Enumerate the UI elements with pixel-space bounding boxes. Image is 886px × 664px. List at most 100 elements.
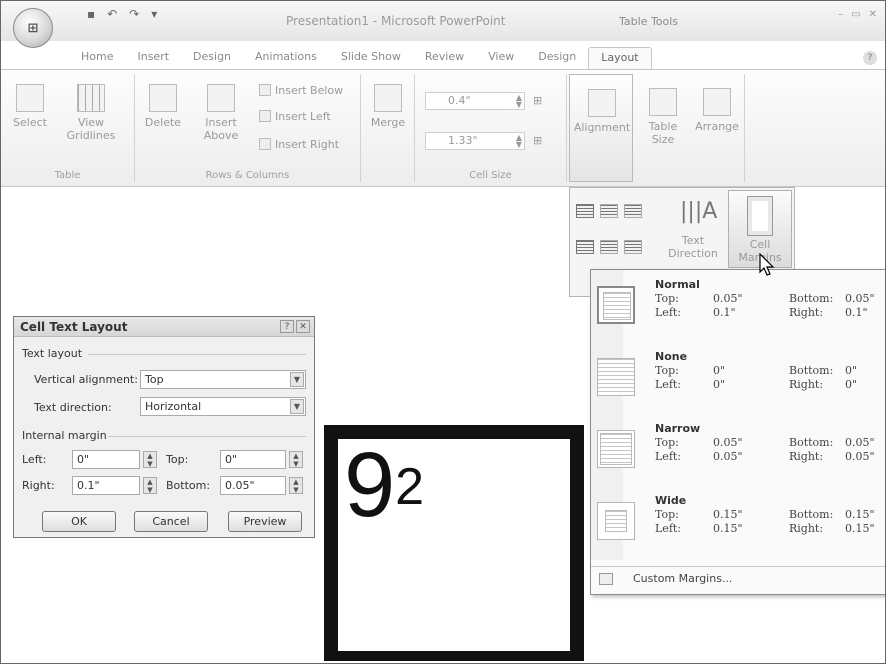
- left-margin-input[interactable]: 0" ▲ ▼: [72, 450, 157, 469]
- spinner-icon[interactable]: ▲ ▼: [143, 477, 157, 494]
- ok-button[interactable]: OK: [42, 511, 116, 532]
- alignment-icon: [588, 89, 616, 117]
- tab-table-layout[interactable]: Layout: [588, 47, 652, 69]
- restore-icon[interactable]: ▭: [851, 9, 860, 20]
- view-gridlines-label: View Gridlines: [66, 116, 116, 142]
- tab-slide-show[interactable]: Slide Show: [329, 47, 413, 69]
- insert-above-button[interactable]: Insert Above: [199, 84, 243, 142]
- tab-review[interactable]: Review: [413, 47, 476, 69]
- tab-animations[interactable]: Animations: [243, 47, 329, 69]
- right-margin-input[interactable]: 0.1" ▲ ▼: [72, 476, 157, 495]
- insert-right-button[interactable]: Insert Right: [259, 138, 339, 151]
- merge-button[interactable]: Merge: [367, 84, 409, 129]
- insert-below-icon: [259, 84, 271, 96]
- cell-text[interactable]: 92: [344, 435, 424, 535]
- spinner-arrows-icon[interactable]: ▲ ▼: [516, 94, 522, 109]
- bottom-margin-input[interactable]: 0.05" ▲ ▼: [220, 476, 303, 495]
- spinner-icon[interactable]: ▲ ▼: [289, 477, 303, 494]
- ribbon: Select View Gridlines Table Delete Inser…: [1, 69, 885, 187]
- cell-size-group: 0.4" ▲ ▼ 1.33" ▲ ▼ ⊞ ⊞ Cell Size: [415, 74, 567, 182]
- left-margin-label: Left:: [22, 453, 47, 466]
- insert-below-button[interactable]: Insert Below: [259, 84, 343, 97]
- text-layout-section-label: Text layout: [22, 347, 83, 360]
- quick-access-toolbar: ▪ ↶ ↷ ▾: [87, 7, 157, 21]
- text-direction-label: Text Direction: [668, 234, 718, 260]
- margin-preset-narrow[interactable]: Narrow Top: 0.05" Bottom: 0.05" Left: 0.…: [591, 416, 885, 488]
- alignment-label: Alignment: [573, 121, 631, 134]
- top-value: 0.05": [713, 436, 743, 449]
- top-label: Top:: [655, 364, 679, 377]
- preset-name: None: [655, 350, 688, 363]
- section-divider: [108, 436, 306, 437]
- insert-right-label: Insert Right: [275, 138, 340, 151]
- undo-icon[interactable]: ↶: [107, 7, 117, 21]
- tab-insert[interactable]: Insert: [125, 47, 181, 69]
- align-left-icon[interactable]: [576, 204, 594, 218]
- cell-width-spinner[interactable]: 1.33" ▲ ▼: [425, 132, 525, 150]
- table-size-group: Table Size: [637, 74, 689, 182]
- preview-button[interactable]: Preview: [228, 511, 302, 532]
- align-right-icon[interactable]: [624, 204, 642, 218]
- align-top-icon[interactable]: [576, 240, 594, 254]
- margin-preset-wide[interactable]: Wide Top: 0.15" Bottom: 0.15" Left: 0.15…: [591, 488, 885, 560]
- spinner-icon[interactable]: ▲ ▼: [143, 451, 157, 468]
- dialog-title-bar: Cell Text Layout ? ✕: [14, 317, 314, 337]
- tab-design[interactable]: Design: [181, 47, 243, 69]
- text-direction-button[interactable]: |||A Text Direction: [658, 190, 728, 260]
- tab-home[interactable]: Home: [69, 47, 125, 69]
- help-icon[interactable]: ?: [863, 51, 877, 65]
- left-label: Left:: [655, 522, 682, 535]
- ribbon-tabs: Home Insert Design Animations Slide Show…: [63, 47, 652, 69]
- custom-margins-item[interactable]: Custom Margins...: [591, 566, 885, 592]
- table-size-icon: [649, 88, 677, 116]
- distribute-columns-icon[interactable]: ⊞: [533, 134, 542, 147]
- vertical-alignment-select[interactable]: Top ▼: [140, 370, 306, 389]
- text-direction-value: Horizontal: [145, 400, 202, 413]
- office-button[interactable]: ⊞: [13, 8, 53, 48]
- cell-margins-icon: [747, 196, 773, 236]
- view-gridlines-button[interactable]: View Gridlines: [63, 84, 119, 142]
- gridlines-icon: [77, 84, 105, 112]
- arrange-group: Arrange: [689, 74, 745, 182]
- right-value: 0.15": [845, 522, 875, 535]
- spinner-arrows-icon[interactable]: ▲ ▼: [516, 134, 522, 149]
- select-button[interactable]: Select: [9, 84, 51, 129]
- margin-preset-none[interactable]: None Top: 0" Bottom: 0" Left: 0" Right: …: [591, 344, 885, 416]
- arrange-label: Arrange: [695, 120, 739, 133]
- align-center-icon[interactable]: [600, 204, 618, 218]
- table-size-button[interactable]: Table Size: [641, 88, 685, 146]
- slide-table-cell[interactable]: 92: [324, 425, 584, 661]
- customize-qat-icon[interactable]: ▾: [151, 7, 157, 21]
- margin-preset-normal[interactable]: Normal Top: 0.05" Bottom: 0.05" Left: 0.…: [591, 272, 885, 344]
- spinner-icon[interactable]: ▲ ▼: [289, 451, 303, 468]
- distribute-rows-icon[interactable]: ⊞: [533, 94, 542, 107]
- top-margin-input[interactable]: 0" ▲ ▼: [220, 450, 303, 469]
- window-title: Presentation1 - Microsoft PowerPoint: [286, 14, 506, 28]
- insert-left-button[interactable]: Insert Left: [259, 110, 331, 123]
- chevron-down-icon[interactable]: ▼: [290, 372, 304, 387]
- help-icon[interactable]: ?: [280, 320, 294, 333]
- bottom-label: Bottom:: [789, 292, 834, 305]
- text-direction-select[interactable]: Horizontal ▼: [140, 397, 306, 416]
- rows-columns-group: Delete Insert Above Insert Below Insert …: [135, 74, 361, 182]
- save-icon[interactable]: ▪: [87, 7, 95, 21]
- arrange-button[interactable]: Arrange: [693, 88, 741, 133]
- close-icon[interactable]: ✕: [869, 9, 877, 20]
- close-icon[interactable]: ✕: [296, 320, 310, 333]
- alignment-button[interactable]: Alignment: [569, 74, 633, 182]
- chevron-down-icon[interactable]: ▼: [290, 399, 304, 414]
- redo-icon[interactable]: ↷: [129, 7, 139, 21]
- tab-table-design[interactable]: Design: [526, 47, 588, 69]
- cell-height-spinner[interactable]: 0.4" ▲ ▼: [425, 92, 525, 110]
- delete-label: Delete: [144, 116, 182, 129]
- minimize-icon[interactable]: –: [838, 9, 843, 20]
- vertical-alignment-value: Top: [145, 373, 164, 386]
- merge-label: Merge: [370, 116, 406, 129]
- align-middle-icon[interactable]: [600, 240, 618, 254]
- left-value: 0": [713, 378, 726, 391]
- align-bottom-icon[interactable]: [624, 240, 642, 254]
- delete-button[interactable]: Delete: [141, 84, 185, 129]
- cancel-button[interactable]: Cancel: [134, 511, 208, 532]
- tab-view[interactable]: View: [476, 47, 526, 69]
- left-margin-value: 0": [77, 453, 90, 466]
